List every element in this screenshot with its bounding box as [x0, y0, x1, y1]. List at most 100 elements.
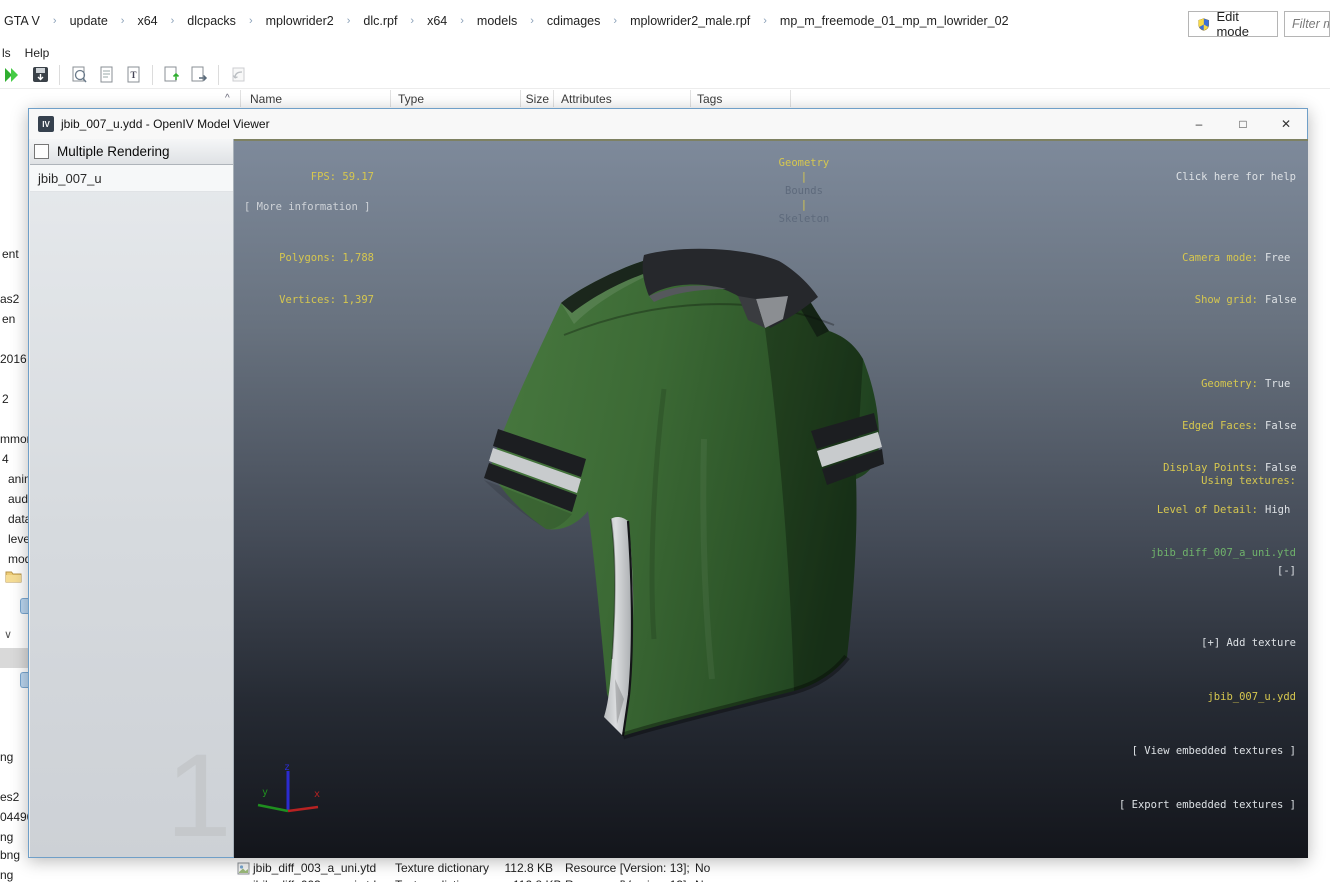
setting-value: Free: [1258, 251, 1296, 265]
column-divider: [790, 90, 791, 107]
model-file-label: jbib_007_u.ydd: [1100, 688, 1296, 706]
filter-input[interactable]: Filter m: [1284, 11, 1330, 37]
breadcrumb-item[interactable]: x64: [137, 14, 157, 28]
column-header-size[interactable]: Size: [505, 92, 549, 106]
setting-show-grid[interactable]: Show grid: False: [1157, 293, 1296, 307]
setting-value: True: [1258, 377, 1296, 391]
column-header-name[interactable]: Name: [250, 92, 282, 106]
tree-node[interactable]: en: [2, 312, 15, 326]
title-bar[interactable]: IV jbib_007_u.ydd - OpenIV Model Viewer …: [29, 109, 1307, 139]
add-texture-button[interactable]: [+] Add texture: [1100, 634, 1296, 652]
save-icon[interactable]: [30, 65, 50, 85]
menu-item-partial[interactable]: ls: [2, 46, 11, 60]
texture-file-link[interactable]: jbib_diff_007_a_uni.ytd: [1151, 547, 1296, 559]
tree-node[interactable]: es2: [0, 790, 19, 804]
table-row-clipped[interactable]: jbib_diff_003_a_uni.ytd Texture dictiona…: [233, 877, 1330, 882]
uac-shield-icon: [1197, 17, 1210, 32]
file-row-name[interactable]: jbib_diff_003_a_uni.ytd: [253, 861, 376, 875]
column-divider: [390, 90, 391, 107]
svg-text:T: T: [130, 70, 136, 80]
axis-y-label: y: [262, 787, 268, 798]
file-row-size: 112.8 KB: [498, 861, 553, 875]
watermark-digit: 1: [166, 737, 232, 855]
menu-item-help[interactable]: Help: [25, 46, 50, 60]
edit-text-icon[interactable]: T: [123, 65, 143, 85]
menu-bar: ls Help: [0, 46, 49, 60]
multiple-rendering-row: Multiple Rendering: [30, 139, 233, 165]
tree-node[interactable]: as2: [0, 292, 19, 306]
using-textures-header: Using textures:: [1100, 472, 1296, 490]
tree-node[interactable]: 2: [2, 392, 9, 406]
viewport-3d[interactable]: FPS: 59.17 Polygons: 1,788 Vertices: 1,3…: [234, 139, 1308, 858]
multiple-rendering-checkbox[interactable]: [34, 144, 49, 159]
remove-texture-button[interactable]: [-]: [1277, 565, 1296, 577]
view-embedded-textures-button[interactable]: [ View embedded textures ]: [1100, 742, 1296, 760]
breadcrumb-item[interactable]: mplowrider2_male.rpf: [630, 14, 750, 28]
breadcrumb-item[interactable]: models: [477, 14, 517, 28]
preview-icon[interactable]: [69, 65, 89, 85]
breadcrumb-separator-icon: ›: [121, 15, 125, 27]
column-header-type[interactable]: Type: [398, 92, 424, 106]
edit-mode-button[interactable]: Edit mode: [1188, 11, 1278, 37]
breadcrumb-separator-icon: ›: [171, 15, 175, 27]
breadcrumb-item[interactable]: mp_m_freemode_01_mp_m_lowrider_02: [780, 14, 1009, 28]
breadcrumb-item[interactable]: dlc.rpf: [363, 14, 397, 28]
file-row-name: jbib_diff_003_a_uni.ytd: [253, 878, 376, 882]
export-icon[interactable]: [189, 65, 209, 85]
breadcrumb-item[interactable]: dlcpacks: [187, 14, 236, 28]
viewport-tabs: Geometry | Bounds | Skeleton: [234, 142, 1308, 240]
setting-geometry[interactable]: Geometry: True: [1157, 377, 1296, 391]
tree-node[interactable]: ng: [0, 830, 13, 844]
setting-camera-mode[interactable]: Camera mode: Free: [1157, 251, 1296, 265]
file-row-attributes: Resource [Version: 13];: [565, 861, 690, 875]
chevron-down-icon[interactable]: ∨: [4, 628, 12, 641]
model-list-panel: Multiple Rendering jbib_007_u 1: [30, 139, 234, 857]
minimize-button[interactable]: –: [1177, 109, 1221, 139]
tab-separator: |: [794, 171, 813, 183]
multiple-rendering-label: Multiple Rendering: [57, 144, 170, 159]
textures-panel: Using textures: jbib_diff_007_a_uni.ytd …: [1100, 436, 1296, 850]
tree-node[interactable]: ng: [0, 868, 13, 882]
column-header-attributes[interactable]: Attributes: [561, 92, 612, 106]
run-icon[interactable]: [3, 65, 23, 85]
tree-node[interactable]: 4: [2, 452, 9, 466]
toolbar-separator: [59, 65, 60, 85]
toolbar-divider: [0, 88, 1330, 89]
tree-node[interactable]: ng: [0, 750, 13, 764]
breadcrumb-separator-icon: ›: [460, 15, 464, 27]
breadcrumb-item[interactable]: GTA V: [4, 14, 40, 28]
breadcrumb-item[interactable]: mplowrider2: [266, 14, 334, 28]
breadcrumb-separator-icon: ›: [763, 15, 767, 27]
edit-mode-label: Edit mode: [1216, 9, 1269, 39]
tree-node[interactable]: ent: [2, 247, 19, 261]
breadcrumb-item[interactable]: cdimages: [547, 14, 601, 28]
help-link[interactable]: Click here for help: [1157, 170, 1296, 184]
tab-bounds[interactable]: Bounds: [785, 185, 823, 197]
column-divider: [520, 90, 521, 107]
tree-node[interactable]: 2016: [0, 352, 27, 366]
view-document-icon[interactable]: [96, 65, 116, 85]
close-button[interactable]: ✕: [1264, 109, 1308, 139]
column-header-tags[interactable]: Tags: [697, 92, 722, 106]
sort-indicator-icon[interactable]: ^: [225, 93, 230, 104]
export-embedded-textures-button[interactable]: [ Export embedded textures ]: [1100, 796, 1296, 814]
tree-node[interactable]: bng: [0, 848, 20, 862]
breadcrumb: GTA V › update › x64 › dlcpacks › mplowr…: [4, 14, 1009, 28]
breadcrumb-item[interactable]: update: [70, 14, 108, 28]
import-icon[interactable]: [162, 65, 182, 85]
maximize-button[interactable]: □: [1221, 109, 1265, 139]
breadcrumb-separator-icon: ›: [410, 15, 414, 27]
toolbar-separator: [152, 65, 153, 85]
setting-edged-faces[interactable]: Edged Faces: False: [1157, 419, 1296, 433]
revert-icon[interactable]: [228, 65, 248, 85]
breadcrumb-separator-icon: ›: [530, 15, 534, 27]
file-row-tags: No: [695, 861, 710, 875]
folder-icon[interactable]: [5, 570, 22, 589]
tab-skeleton[interactable]: Skeleton: [779, 213, 830, 225]
tree-selected-row[interactable]: [0, 648, 28, 668]
model-list-item[interactable]: jbib_007_u: [30, 165, 233, 192]
setting-label: Edged Faces:: [1182, 419, 1258, 433]
breadcrumb-item[interactable]: x64: [427, 14, 447, 28]
tab-geometry[interactable]: Geometry: [779, 157, 830, 169]
vertices-value: Vertices: 1,397: [274, 293, 374, 307]
